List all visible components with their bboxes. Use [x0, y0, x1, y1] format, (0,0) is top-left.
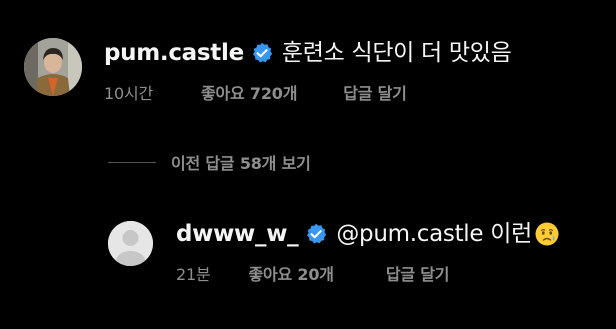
reply-button[interactable]: 답글 달기 — [343, 80, 407, 104]
verified-badge-icon — [251, 42, 273, 64]
reply-comment: dwww_w_ @pum.castle 이런 21분 좋아요 20개 답글 달기 — [108, 219, 560, 285]
comment-body: pum.castle 훈련소 식단이 더 맛있음 10시간 좋아요 720개 답… — [104, 38, 512, 104]
view-replies-label[interactable]: 이전 답글 58개 보기 — [171, 150, 311, 174]
crying-face-icon — [534, 221, 560, 247]
reply-comment-text: @pum.castle 이런 — [336, 221, 532, 247]
comment-line: pum.castle 훈련소 식단이 더 맛있음 — [104, 38, 512, 68]
comment-username[interactable]: pum.castle — [104, 38, 244, 68]
avatar-photo-icon — [24, 38, 82, 96]
reply-button[interactable]: 답글 달기 — [386, 261, 450, 285]
verified-badge-icon — [305, 223, 327, 245]
reply-comment-time: 21분 — [176, 265, 211, 284]
comment-meta: 10시간 좋아요 720개 답글 달기 — [104, 80, 512, 104]
avatar[interactable] — [24, 38, 82, 96]
view-previous-replies[interactable]: 이전 답글 58개 보기 — [108, 150, 311, 174]
reply-comment-meta: 21분 좋아요 20개 답글 달기 — [176, 261, 560, 285]
replies-divider — [108, 161, 156, 163]
reply-comment-username[interactable]: dwww_w_ — [176, 219, 299, 249]
comment: pum.castle 훈련소 식단이 더 맛있음 10시간 좋아요 720개 답… — [24, 38, 512, 104]
comment-time: 10시간 — [104, 84, 153, 103]
comment-text: 훈련소 식단이 더 맛있음 — [281, 40, 512, 66]
reply-comment-body: dwww_w_ @pum.castle 이런 21분 좋아요 20개 답글 달기 — [176, 219, 560, 285]
reply-comment-line: dwww_w_ @pum.castle 이런 — [176, 219, 560, 249]
default-avatar-icon — [108, 221, 153, 266]
comment-likes[interactable]: 좋아요 720개 — [201, 80, 297, 104]
avatar[interactable] — [108, 221, 153, 266]
reply-comment-likes[interactable]: 좋아요 20개 — [248, 261, 334, 285]
